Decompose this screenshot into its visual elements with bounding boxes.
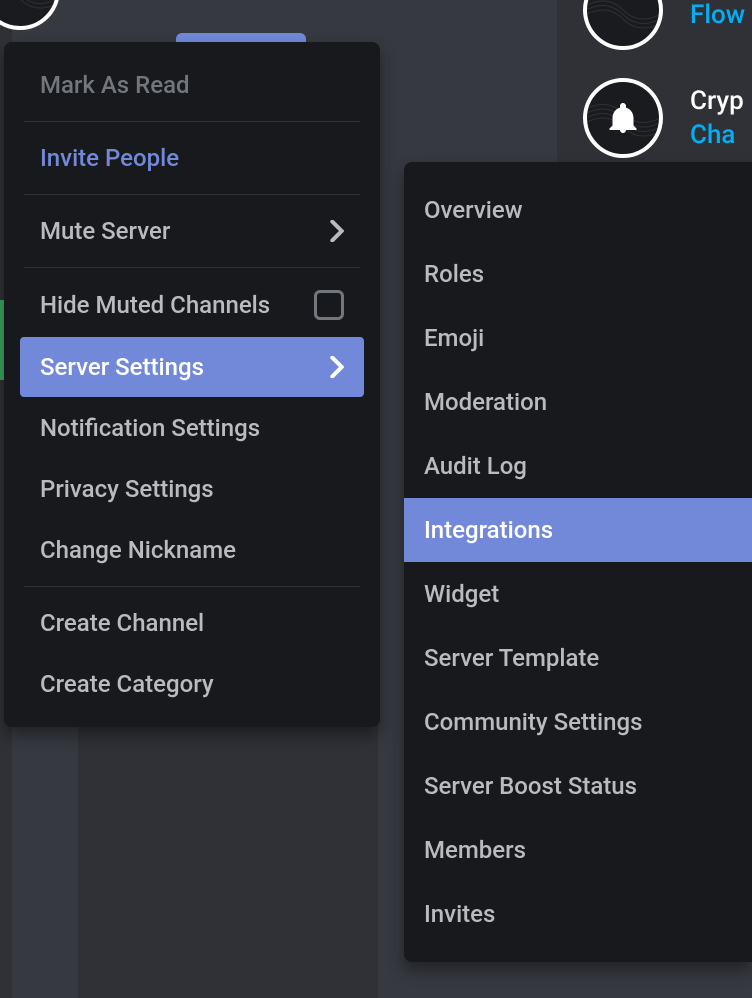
wave-pattern-icon	[587, 0, 659, 46]
menu-label: Server Settings	[40, 353, 204, 381]
menu-label: Mute Server	[40, 217, 170, 245]
chevron-right-icon	[330, 220, 344, 242]
wave-pattern-icon	[0, 0, 56, 26]
submenu-integrations[interactable]: Integrations	[404, 498, 752, 562]
menu-label: Create Channel	[40, 609, 204, 637]
menu-divider	[24, 586, 360, 587]
menu-label: Change Nickname	[40, 536, 236, 564]
server-context-menu: Mark As Read Invite People Mute Server H…	[4, 42, 380, 727]
menu-privacy-settings[interactable]: Privacy Settings	[20, 459, 364, 519]
menu-label: Mark As Read	[40, 71, 190, 99]
menu-hide-muted-channels[interactable]: Hide Muted Channels	[20, 274, 364, 336]
server-channel-cha[interactable]: Cha	[690, 120, 735, 150]
menu-label: Notification Settings	[40, 414, 260, 442]
server-avatar-top[interactable]	[0, 0, 60, 30]
menu-label: Create Category	[40, 670, 214, 698]
server-settings-submenu: Overview Roles Emoji Moderation Audit Lo…	[404, 162, 752, 962]
server-name-cryp[interactable]: Cryp	[690, 86, 744, 116]
server-name-flow[interactable]: Flow	[690, 0, 745, 30]
menu-invite-people[interactable]: Invite People	[20, 128, 364, 188]
submenu-server-boost-status[interactable]: Server Boost Status	[404, 754, 752, 818]
server-avatar-right[interactable]	[583, 0, 663, 50]
submenu-server-template[interactable]: Server Template	[404, 626, 752, 690]
submenu-widget[interactable]: Widget	[404, 562, 752, 626]
menu-label: Invite People	[40, 144, 179, 172]
submenu-emoji[interactable]: Emoji	[404, 306, 752, 370]
menu-change-nickname[interactable]: Change Nickname	[20, 520, 364, 580]
menu-server-settings[interactable]: Server Settings	[20, 337, 364, 397]
menu-label: Hide Muted Channels	[40, 291, 270, 319]
submenu-members[interactable]: Members	[404, 818, 752, 882]
chevron-right-icon	[330, 356, 344, 378]
menu-divider	[24, 267, 360, 268]
submenu-moderation[interactable]: Moderation	[404, 370, 752, 434]
menu-label: Privacy Settings	[40, 475, 214, 503]
submenu-invites[interactable]: Invites	[404, 882, 752, 946]
checkbox-unchecked-icon[interactable]	[314, 290, 344, 320]
menu-divider	[24, 121, 360, 122]
submenu-roles[interactable]: Roles	[404, 242, 752, 306]
submenu-overview[interactable]: Overview	[404, 178, 752, 242]
server-avatar-crypto[interactable]	[583, 78, 663, 158]
bell-icon	[605, 100, 641, 136]
menu-create-category[interactable]: Create Category	[20, 654, 364, 714]
menu-mute-server[interactable]: Mute Server	[20, 201, 364, 261]
menu-mark-as-read[interactable]: Mark As Read	[20, 55, 364, 115]
menu-notification-settings[interactable]: Notification Settings	[20, 398, 364, 458]
menu-divider	[24, 194, 360, 195]
menu-create-channel[interactable]: Create Channel	[20, 593, 364, 653]
submenu-audit-log[interactable]: Audit Log	[404, 434, 752, 498]
submenu-community-settings[interactable]: Community Settings	[404, 690, 752, 754]
